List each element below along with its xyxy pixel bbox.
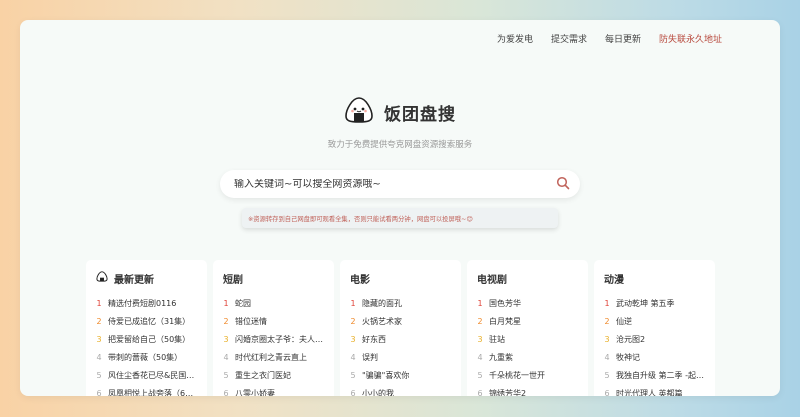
category-columns: 最新更新 1 精选付费短剧0116 2 侍爱已成追忆（31集） 3 把爱留给自己（50… [86, 260, 715, 396]
search-icon[interactable] [556, 175, 570, 194]
column-latest: 最新更新 1 精选付费短剧0116 2 侍爱已成追忆（31集） 3 把爱留给自己（50… [86, 260, 207, 396]
nav-daily-update[interactable]: 每日更新 [605, 32, 641, 45]
list-item[interactable]: 3 驻站 [477, 330, 578, 348]
list-item[interactable]: 5 风住尘香花已尽&民国深... [96, 366, 197, 384]
list-item[interactable]: 5 千朵桃花一世开 [477, 366, 578, 384]
list-item[interactable]: 2 仙逆 [604, 312, 705, 330]
list-item[interactable]: 1 精选付费短剧0116 [96, 294, 197, 312]
list-item[interactable]: 5 "骗骗"喜欢你 [350, 366, 451, 384]
list-item[interactable]: 3 沧元图2 [604, 330, 705, 348]
list-item[interactable]: 3 闪婚京圈太子爷：夫人她... [223, 330, 324, 348]
top-nav: 为爱发电 提交需求 每日更新 防失联永久地址 [497, 32, 722, 45]
list-item[interactable]: 2 白月梵星 [477, 312, 578, 330]
list-item[interactable]: 6 八零小娇妻 [223, 384, 324, 397]
notice-banner: ※资源转存到自己网盘即可观看全集，否则只能试看两分钟，网盘可以投屏哦~😊 [242, 208, 558, 228]
list-item[interactable]: 4 时代红利之青云直上 [223, 348, 324, 366]
list-item[interactable]: 2 错位迷情 [223, 312, 324, 330]
list-item[interactable]: 1 武动乾坤 第五季 [604, 294, 705, 312]
list-item[interactable]: 3 把爱留给自己（50集） [96, 330, 197, 348]
list-item[interactable]: 6 小小的我 [350, 384, 451, 397]
column-tv-series: 电视剧 1 国色芳华 2 白月梵星 3 驻站 4 九重紫 5 千朵桃花一世开 6 锦绣芳华2 [467, 260, 588, 396]
main-card: 为爱发电 提交需求 每日更新 防失联永久地址 饭团盘搜 致力于免费提供夸克网盘资… [20, 20, 780, 396]
search-input[interactable] [234, 178, 556, 190]
onigiri-logo-icon [344, 96, 374, 128]
list-item[interactable]: 1 蛇园 [223, 294, 324, 312]
list-item[interactable]: 6 时光代理人 英都篇 [604, 384, 705, 397]
column-title-text: 最新更新 [114, 274, 154, 286]
list-item[interactable]: 4 误判 [350, 348, 451, 366]
list-item[interactable]: 4 牧神记 [604, 348, 705, 366]
column-movie: 电影 1 隐藏的面孔 2 火锅艺术家 3 好东西 4 误判 5 "骗骗"喜欢你 6 小小的我 [340, 260, 461, 396]
column-anime: 动漫 1 武动乾坤 第五季 2 仙逆 3 沧元图2 4 牧神记 5 我独自升级 第二季 -… [594, 260, 715, 396]
column-title: 最新更新 [96, 270, 197, 286]
list-item[interactable]: 5 重生之衣门医妃 [223, 366, 324, 384]
subtitle: 致力于免费提供夸克网盘资源搜索服务 [327, 140, 473, 150]
list-item[interactable]: 4 带刺的蔷薇（50集） [96, 348, 197, 366]
list-item[interactable]: 1 隐藏的面孔 [350, 294, 451, 312]
onigiri-icon [96, 271, 108, 285]
page-title: 饭团盘搜 [384, 104, 456, 125]
nav-donate[interactable]: 为爱发电 [497, 32, 533, 45]
list-item[interactable]: 2 火锅艺术家 [350, 312, 451, 330]
column-title: 电影 [350, 274, 370, 286]
list-item[interactable]: 3 好东西 [350, 330, 451, 348]
column-short-drama: 短剧 1 蛇园 2 错位迷情 3 闪婚京圈太子爷：夫人她... 4 时代红利之青云直上 … [213, 260, 334, 396]
column-title: 短剧 [223, 274, 243, 286]
list-item[interactable]: 4 九重紫 [477, 348, 578, 366]
column-title: 电视剧 [477, 274, 507, 286]
nav-submit-request[interactable]: 提交需求 [551, 32, 587, 45]
list-item[interactable]: 5 我独自升级 第二季 -起于... [604, 366, 705, 384]
nav-permanent-address[interactable]: 防失联永久地址 [659, 32, 722, 45]
brand: 饭团盘搜 [20, 96, 780, 128]
search-box [220, 170, 580, 198]
list-item[interactable]: 6 锦绣芳华2 [477, 384, 578, 397]
column-title: 动漫 [604, 274, 624, 286]
list-item[interactable]: 2 侍爱已成追忆（31集） [96, 312, 197, 330]
list-item[interactable]: 6 凤凰相悦上战旁落（60... [96, 384, 197, 397]
list-item[interactable]: 1 国色芳华 [477, 294, 578, 312]
